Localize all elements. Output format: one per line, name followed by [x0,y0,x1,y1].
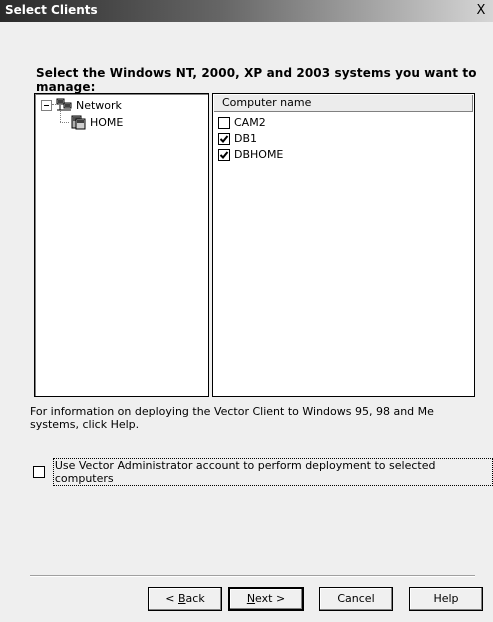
tree-item-home[interactable]: HOME [70,114,123,130]
close-button[interactable]: X [474,4,488,18]
workgroup-icon [70,115,86,130]
checkbox-unchecked-icon[interactable] [218,116,230,129]
tree-item-network[interactable]: Network [41,97,122,113]
tree-item-label: Network [76,98,122,112]
title-bar[interactable]: Select Clients X [0,0,493,22]
list-item-label: CAM2 [234,116,266,129]
deploy-account-checkbox[interactable] [33,466,45,478]
window-title: Select Clients [5,3,98,17]
next-accel: N [246,592,256,605]
button-separator [30,575,475,577]
tree-connector [60,122,69,124]
next-rest: ext > [255,592,286,605]
network-icon [56,98,72,112]
column-header-computer-name[interactable]: Computer name [214,95,473,112]
cancel-button[interactable]: Cancel [319,587,393,611]
list-item-dbhome[interactable]: DBHOME [218,147,283,162]
back-rest: ack [185,592,205,605]
checkbox-checked-icon[interactable] [218,148,230,161]
next-button[interactable]: Next > [228,587,304,611]
list-item-label: DBHOME [234,148,284,161]
computer-list[interactable]: Computer name CAM2 DB1 DBHOME [212,93,475,397]
back-accel: B [178,592,186,605]
back-prefix: < [165,592,178,605]
list-item-label: DB1 [234,132,258,145]
network-tree[interactable]: Network HOME [34,93,209,397]
checkbox-checked-icon[interactable] [218,132,230,145]
deploy-account-option[interactable]: Use Vector Administrator account to perf… [33,458,493,486]
tree-item-label: HOME [90,115,124,129]
dialog-heading: Select the Windows NT, 2000, XP and 2003… [36,66,477,94]
deploy-account-label[interactable]: Use Vector Administrator account to perf… [52,458,493,486]
select-clients-dialog: Select Clients X Select the Windows NT, … [0,0,493,622]
collapse-icon[interactable] [41,99,52,111]
tree-connector [60,111,62,122]
tree-connector [52,104,56,106]
list-item-cam2[interactable]: CAM2 [218,115,266,130]
column-header-label: Computer name [222,96,312,109]
help-button[interactable]: Help [409,587,483,611]
info-text: For information on deploying the Vector … [30,405,434,431]
list-item-db1[interactable]: DB1 [218,131,257,146]
back-button[interactable]: < Back [148,587,222,611]
